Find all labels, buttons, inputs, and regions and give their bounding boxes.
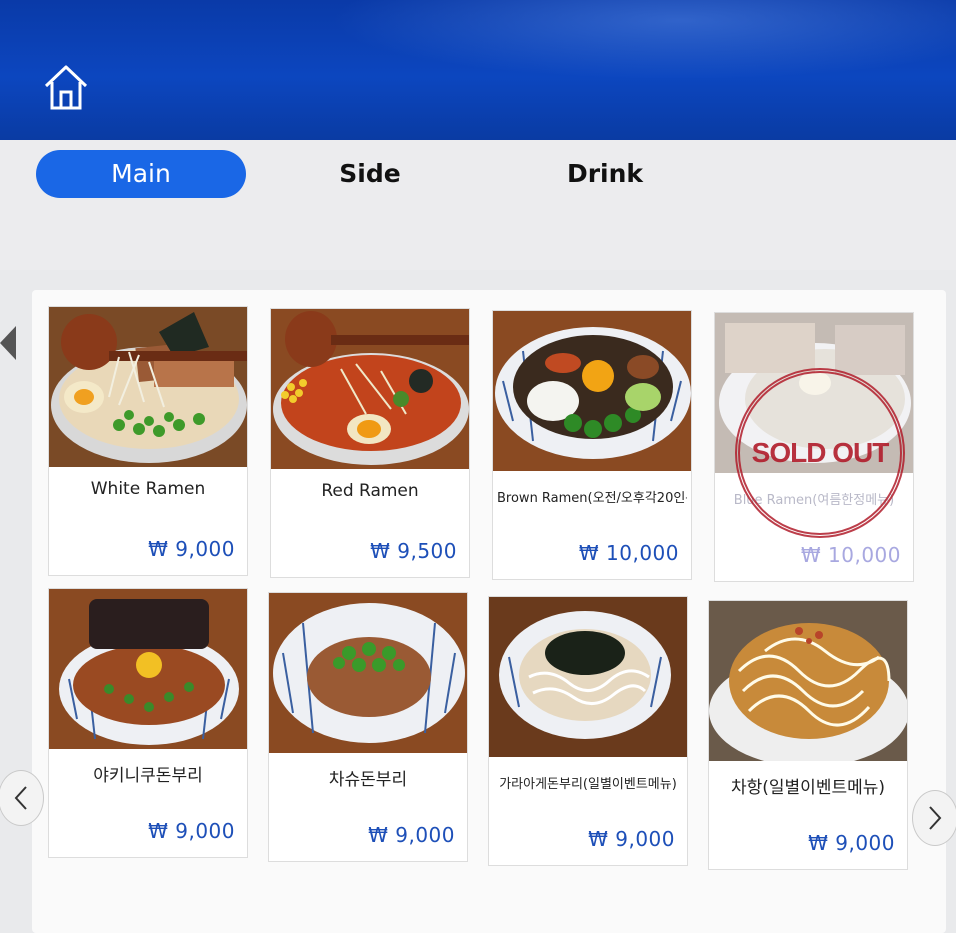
white-ramen-photo [49, 307, 247, 467]
menu-item-chahang[interactable]: 차항(일별이벤트메뉴) ₩ 9,000 [708, 600, 908, 870]
menu-item-yakiniku-donburi[interactable]: 야키니쿠돈부리 ₩ 9,000 [48, 588, 248, 858]
prev-page-button[interactable] [0, 770, 44, 826]
category-tabbar: Main Side Drink [0, 140, 956, 360]
item-price: ₩ 10,000 [800, 543, 901, 567]
header-bar [0, 0, 956, 140]
red-ramen-photo [271, 309, 469, 469]
item-price: ₩ 10,000 [578, 541, 679, 565]
item-name: Red Ramen [321, 481, 419, 501]
chashu-donburi-photo [269, 593, 467, 753]
tab-drink[interactable]: Drink [530, 150, 680, 198]
item-price: ₩ 9,000 [368, 823, 455, 847]
item-name: Brown Ramen(오전/오후각20인분한정) [497, 491, 687, 506]
item-name: 가라아게돈부리(일별이벤트메뉴) [499, 777, 677, 792]
item-name: 차항(일별이벤트메뉴) [730, 778, 886, 798]
menu-item-red-ramen[interactable]: Red Ramen ₩ 9,500 [270, 308, 470, 578]
menu-item-chashu-donburi[interactable]: 차슈돈부리 ₩ 9,000 [268, 592, 468, 862]
menu-item-blue-ramen[interactable]: Blue Ramen(여름한정메뉴) ₩ 10,000 SOLD OUT [714, 312, 914, 582]
chahang-photo [709, 601, 907, 761]
item-price: ₩ 9,000 [148, 537, 235, 561]
item-price: ₩ 9,000 [148, 819, 235, 843]
item-price: ₩ 9,000 [808, 831, 895, 855]
chevron-left-icon [14, 786, 27, 810]
menu-item-karaage-donburi[interactable]: 가라아게돈부리(일별이벤트메뉴) ₩ 9,000 [488, 596, 688, 866]
tab-main[interactable]: Main [36, 150, 246, 198]
sold-out-stamp: SOLD OUT [735, 368, 905, 538]
yakiniku-donburi-photo [49, 589, 247, 749]
item-price: ₩ 9,500 [370, 539, 457, 563]
menu-grid: White Ramen ₩ 9,000 Red Ramen ₩ 9,500 Br… [32, 290, 946, 933]
chevron-right-icon [929, 806, 942, 830]
next-page-button[interactable] [912, 790, 956, 846]
menu-item-white-ramen[interactable]: White Ramen ₩ 9,000 [48, 306, 248, 576]
sold-out-label: SOLD OUT [751, 437, 890, 468]
menu-item-brown-ramen[interactable]: Brown Ramen(오전/오후각20인분한정) ₩ 10,000 [492, 310, 692, 580]
brown-ramen-photo [493, 311, 691, 471]
item-name: 야키니쿠돈부리 [93, 766, 203, 786]
item-name: White Ramen [90, 479, 206, 499]
karaage-donburi-photo [489, 597, 687, 757]
caret-left-icon[interactable] [0, 326, 16, 360]
home-icon[interactable] [42, 62, 90, 112]
item-price: ₩ 9,000 [588, 827, 675, 851]
tab-side[interactable]: Side [300, 150, 440, 198]
item-name: 차슈돈부리 [328, 770, 408, 790]
